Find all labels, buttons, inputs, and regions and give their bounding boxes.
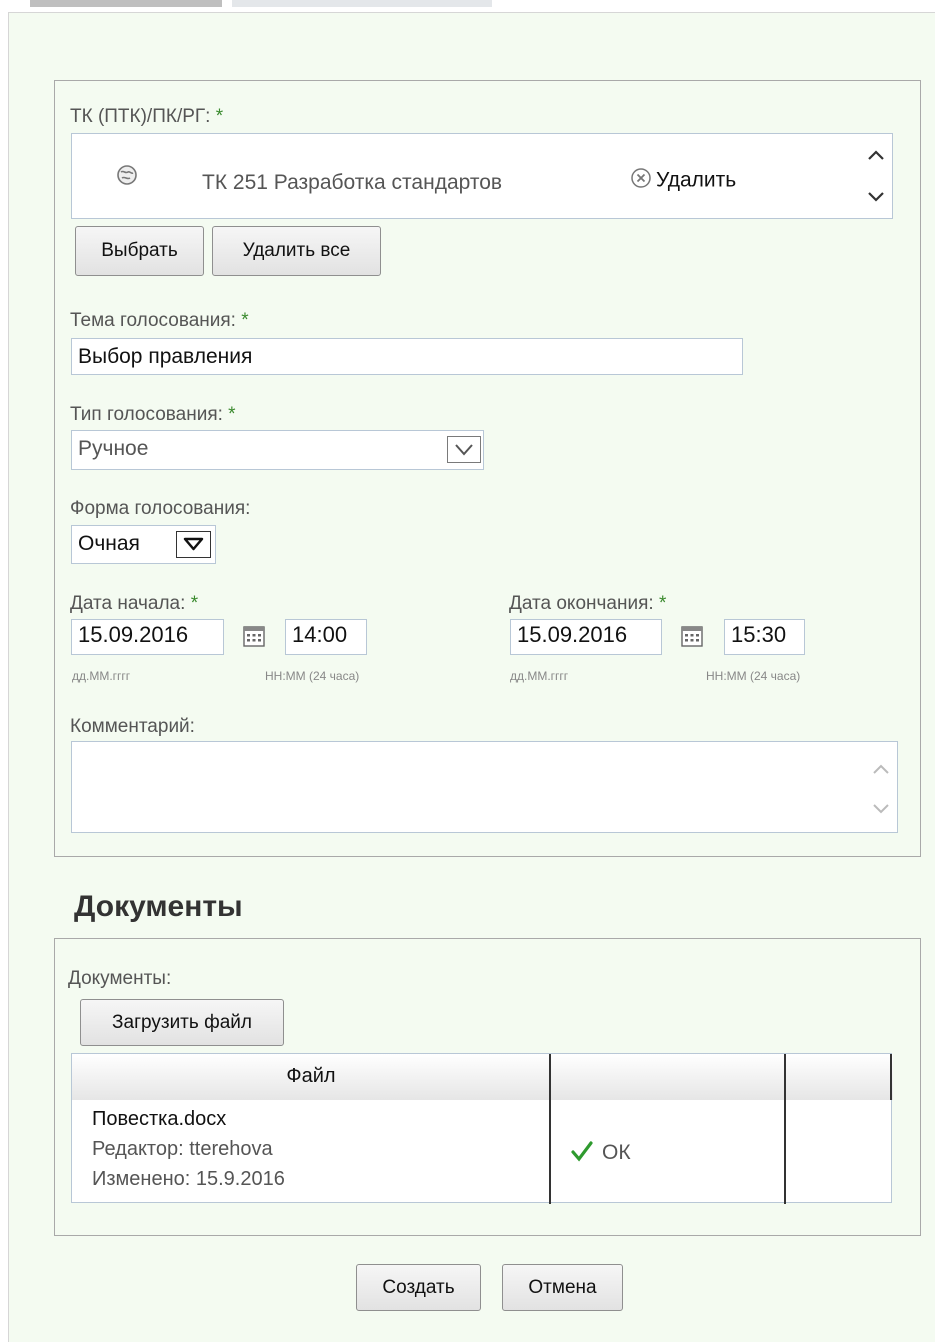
- start-date-input[interactable]: 15.09.2016: [71, 619, 224, 655]
- file-editor: Редактор: tterehova: [92, 1138, 273, 1160]
- file-name-link[interactable]: Повестка.docx: [92, 1106, 226, 1132]
- end-time-hint: НН:ММ (24 часа): [706, 669, 801, 683]
- upload-file-button[interactable]: Загрузить файл: [80, 999, 284, 1046]
- column-header-file[interactable]: Файл: [72, 1054, 550, 1100]
- scroll-up-icon[interactable]: [871, 762, 891, 781]
- scroll-down-icon[interactable]: [866, 190, 886, 209]
- end-date-label: Дата окончания: *: [509, 593, 667, 614]
- comment-label: Комментарий:: [70, 716, 195, 737]
- globe-icon: [116, 164, 138, 191]
- end-date-input[interactable]: 15.09.2016: [510, 619, 662, 655]
- scroll-up-icon[interactable]: [866, 148, 886, 167]
- vote-type-value: Ручное: [78, 437, 149, 460]
- committee-list[interactable]: ТК 251 Разработка стандартов Удалить: [71, 133, 893, 219]
- comment-textarea[interactable]: [71, 741, 898, 833]
- cancel-button[interactable]: Отмена: [502, 1264, 623, 1311]
- dropdown-arrow-icon[interactable]: [447, 436, 481, 463]
- dropdown-arrow-icon[interactable]: [176, 531, 211, 558]
- vote-type-select[interactable]: Ручное: [71, 430, 484, 470]
- vote-form-value: Очная: [78, 532, 140, 555]
- circle-x-icon: [630, 167, 652, 195]
- remove-committee-button[interactable]: Удалить: [630, 167, 736, 195]
- topic-label: Тема голосования: *: [70, 310, 249, 331]
- select-committee-button[interactable]: Выбрать: [75, 226, 204, 276]
- end-date-hint: дд.ММ.гггг: [510, 669, 569, 683]
- vote-type-label: Тип голосования: *: [70, 404, 236, 425]
- calendar-icon[interactable]: [680, 624, 704, 653]
- vote-form-select[interactable]: Очная: [71, 525, 216, 564]
- column-header-status: [551, 1054, 785, 1100]
- file-modified: Изменено: 15.9.2016: [92, 1168, 285, 1190]
- table-row: Повестка.docx Редактор: tterehova Измене…: [72, 1100, 893, 1204]
- documents-label: Документы:: [68, 968, 172, 989]
- tab-inactive[interactable]: [232, 0, 492, 7]
- start-date-hint: дд.ММ.гггг: [72, 669, 131, 683]
- file-status: ОК: [602, 1141, 631, 1164]
- start-date-label: Дата начала: *: [70, 593, 199, 614]
- committee-item-name: ТК 251 Разработка стандартов: [202, 171, 503, 194]
- check-icon: [570, 1140, 594, 1167]
- scroll-down-icon[interactable]: [871, 802, 891, 821]
- vote-form-label: Форма голосования:: [70, 498, 251, 519]
- start-time-input[interactable]: 14:00: [285, 619, 367, 655]
- committee-label: ТК (ПТК)/ПК/РГ: *: [70, 106, 224, 127]
- remove-all-button[interactable]: Удалить все: [212, 226, 381, 276]
- calendar-icon[interactable]: [242, 624, 266, 653]
- topic-input[interactable]: Выбор правления: [71, 338, 743, 375]
- end-time-input[interactable]: 15:30: [724, 619, 805, 655]
- documents-table: Файл Повестка.docx Редактор: tterehova И…: [71, 1053, 893, 1204]
- create-button[interactable]: Создать: [356, 1264, 481, 1311]
- start-time-hint: НН:ММ (24 часа): [265, 669, 360, 683]
- column-header-actions: [786, 1054, 890, 1100]
- documents-heading: Документы: [74, 890, 243, 923]
- column-divider: [890, 1054, 892, 1100]
- tab-active[interactable]: [30, 0, 222, 7]
